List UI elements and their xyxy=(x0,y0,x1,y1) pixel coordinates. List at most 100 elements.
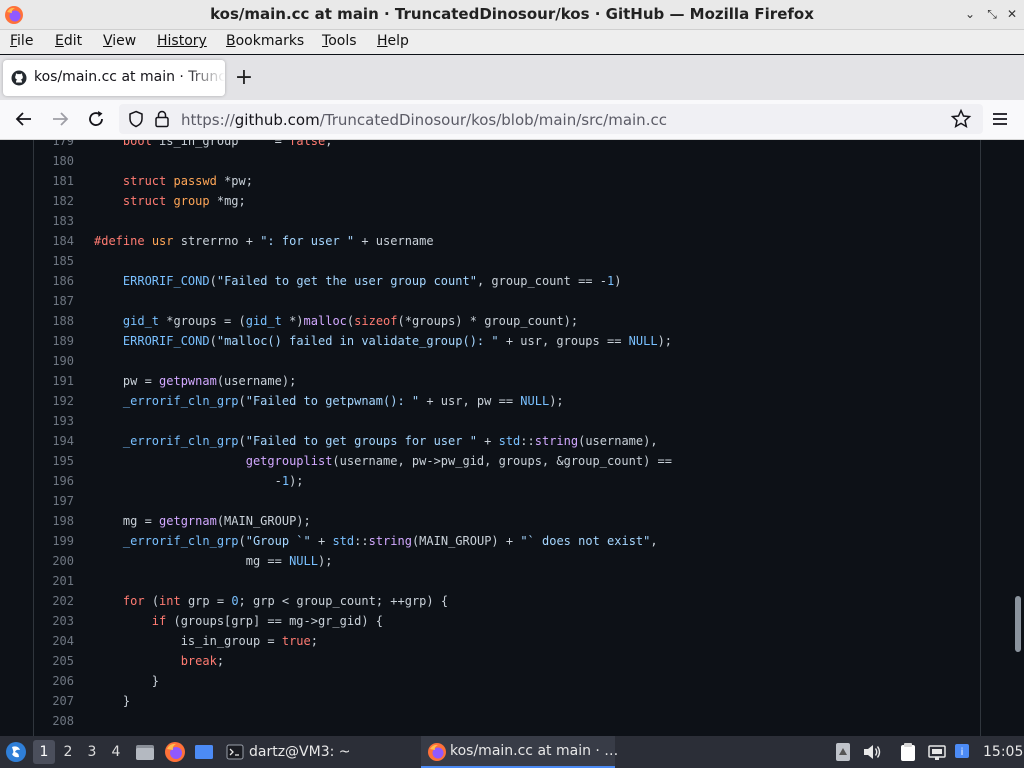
menu-tools[interactable]: Tools xyxy=(322,33,357,49)
line-number[interactable]: 196 xyxy=(34,471,74,491)
line-number[interactable]: 191 xyxy=(34,371,74,391)
maximize-icon[interactable]: ⤡ xyxy=(984,6,1000,22)
line-code: } xyxy=(94,691,130,711)
code-token: gid_t xyxy=(245,314,282,328)
line-number[interactable]: 186 xyxy=(34,271,74,291)
minimize-icon[interactable]: ⌄ xyxy=(962,6,978,22)
line-number[interactable]: 198 xyxy=(34,511,74,531)
line-code: mg = getgrnam(MAIN_GROUP); xyxy=(94,511,311,531)
menu-history[interactable]: History xyxy=(157,33,207,49)
tab-github-main-cc[interactable]: kos/main.cc at main · TruncatedDinosour/… xyxy=(3,60,225,96)
start-menu-icon[interactable] xyxy=(5,741,27,763)
keyboard-layout-icon[interactable] xyxy=(835,742,851,762)
workspace-1[interactable]: 1 xyxy=(33,740,55,764)
line-code: _errorif_cln_grp("Failed to getpwnam(): … xyxy=(94,391,564,411)
url-scheme: https:// xyxy=(181,111,235,129)
line-number[interactable]: 193 xyxy=(34,411,74,431)
line-number[interactable]: 202 xyxy=(34,591,74,611)
terminal-task[interactable]: dartz@VM3: ~ xyxy=(249,736,351,768)
hamburger-menu-icon[interactable] xyxy=(989,108,1011,130)
code-token: is_in_group = xyxy=(151,140,290,148)
svg-text:i: i xyxy=(961,747,964,758)
line-number[interactable]: 206 xyxy=(34,671,74,691)
menu-bookmarks[interactable]: Bookmarks xyxy=(226,33,304,49)
firefox-launcher-icon[interactable] xyxy=(164,741,186,763)
line-number[interactable]: 192 xyxy=(34,391,74,411)
line-number[interactable]: 183 xyxy=(34,211,74,231)
code-token: bool xyxy=(122,140,152,148)
url-bar[interactable]: https://github.com/TruncatedDinosour/kos… xyxy=(119,104,983,134)
code-token: mg = xyxy=(94,514,160,528)
workspace-4[interactable]: 4 xyxy=(105,740,127,764)
code-token: ; grp < group_count; ++grp) { xyxy=(238,594,449,608)
firefox-task[interactable]: kos/main.cc at main · … xyxy=(421,736,618,768)
workspace-2[interactable]: 2 xyxy=(57,740,79,764)
line-number[interactable]: 205 xyxy=(34,651,74,671)
code-token: *groups = ( xyxy=(159,314,246,328)
line-code: getgrouplist(username, pw->pw_gid, group… xyxy=(94,451,672,471)
line-code: if (groups[grp] == mg->gr_gid) { xyxy=(94,611,383,631)
clipboard-icon[interactable] xyxy=(898,742,918,762)
code-token: ); xyxy=(549,394,564,408)
line-number[interactable]: 180 xyxy=(34,151,74,171)
line-number[interactable]: 201 xyxy=(34,571,74,591)
reload-icon[interactable] xyxy=(85,108,107,130)
notification-icon[interactable]: i xyxy=(953,741,973,761)
line-number[interactable]: 181 xyxy=(34,171,74,191)
taskbar: 1 2 3 4 dartz@VM3: ~ kos/main.cc at main… xyxy=(0,736,1024,768)
code-token: std xyxy=(332,534,355,548)
line-code: -1); xyxy=(94,471,304,491)
line-number[interactable]: 208 xyxy=(34,711,74,731)
line-number[interactable]: 204 xyxy=(34,631,74,651)
line-number[interactable]: 188 xyxy=(34,311,74,331)
line-number[interactable]: 207 xyxy=(34,691,74,711)
line-number[interactable]: 189 xyxy=(34,331,74,351)
code-token: _errorif_cln_grp xyxy=(122,394,239,408)
back-icon[interactable] xyxy=(13,108,35,130)
line-number[interactable]: 197 xyxy=(34,491,74,511)
line-number[interactable]: 182 xyxy=(34,191,74,211)
page-scrollbar[interactable] xyxy=(1012,140,1024,736)
page-content: 179 bool is_in_group = false; 180 181 stru… xyxy=(0,140,1024,736)
bookmark-star-icon[interactable] xyxy=(950,108,972,130)
workspace-3[interactable]: 3 xyxy=(81,740,103,764)
menu-bookmarks-label: ookmarks xyxy=(235,33,305,49)
menu-edit[interactable]: Edit xyxy=(55,33,82,49)
volume-icon[interactable] xyxy=(862,743,882,761)
line-number[interactable]: 185 xyxy=(34,251,74,271)
close-icon[interactable]: ✕ xyxy=(1004,6,1020,22)
file-manager-icon[interactable] xyxy=(134,741,156,763)
scrollbar-thumb[interactable] xyxy=(1015,596,1021,652)
lock-icon[interactable] xyxy=(153,109,171,129)
network-icon[interactable] xyxy=(927,742,947,762)
line-number[interactable]: 187 xyxy=(34,291,74,311)
line-number[interactable]: 200 xyxy=(34,551,74,571)
line-number[interactable]: 203 xyxy=(34,611,74,631)
line-code: break; xyxy=(94,651,224,671)
code-token: + usr, groups == xyxy=(498,334,629,348)
menu-view[interactable]: View xyxy=(103,33,136,49)
url-text[interactable]: https://github.com/TruncatedDinosour/kos… xyxy=(181,111,667,129)
line-number[interactable]: 195 xyxy=(34,451,74,471)
menu-file[interactable]: File xyxy=(10,33,33,49)
new-tab-button[interactable]: + xyxy=(232,67,256,91)
line-number[interactable]: 190 xyxy=(34,351,74,371)
shield-icon[interactable] xyxy=(127,110,145,128)
desktop-icon[interactable] xyxy=(193,741,215,763)
code-token: (*groups) * group_count); xyxy=(397,314,579,328)
code-token: NULL xyxy=(289,554,318,568)
code-token: ); xyxy=(289,474,304,488)
line-code: #define usr strerrno + ": for user " + u… xyxy=(94,231,434,251)
line-number[interactable]: 184 xyxy=(34,231,74,251)
menu-help[interactable]: Help xyxy=(377,33,409,49)
code-token: "Failed to get groups for user " xyxy=(245,434,477,448)
forward-icon[interactable] xyxy=(49,108,71,130)
line-number[interactable]: 194 xyxy=(34,431,74,451)
line-number[interactable]: 179 xyxy=(34,140,74,151)
line-number[interactable]: 199 xyxy=(34,531,74,551)
